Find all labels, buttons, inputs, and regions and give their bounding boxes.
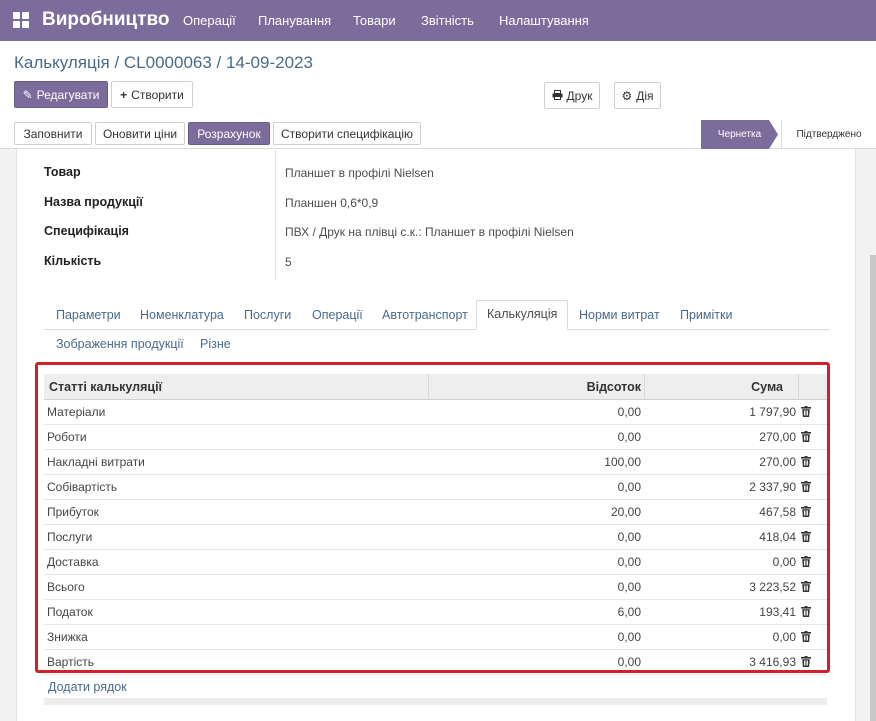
highlight-frame: [35, 362, 830, 673]
create-spec-button[interactable]: Створити специфікацію: [273, 122, 421, 145]
product-value[interactable]: Планшет в профілі Nielsen: [285, 166, 434, 180]
tab-calculation[interactable]: Калькуляція: [476, 300, 569, 330]
top-navbar: Виробництво Операції Планування Товари З…: [0, 0, 876, 41]
scrollbar[interactable]: [870, 255, 876, 721]
print-icon: [552, 89, 563, 103]
tab-product-images[interactable]: Зображення продукції: [56, 337, 184, 351]
breadcrumb[interactable]: Калькуляція / CL0000063 / 14-09-2023: [14, 53, 313, 73]
tab-misc[interactable]: Різне: [200, 337, 231, 351]
fill-button[interactable]: Заповнити: [14, 122, 92, 145]
edit-button[interactable]: ✎ Редагувати: [14, 81, 108, 108]
menu-planning[interactable]: Планування: [258, 13, 331, 28]
specification-label: Специфікація: [44, 224, 129, 238]
edit-button-label: Редагувати: [36, 87, 100, 102]
gear-icon: ⚙: [621, 88, 633, 103]
pencil-icon: ✎: [22, 87, 33, 102]
tab-services[interactable]: Послуги: [244, 308, 291, 322]
quantity-value: 5: [285, 255, 292, 269]
tab-parameters[interactable]: Параметри: [56, 308, 121, 322]
create-button-label: Створити: [131, 87, 184, 102]
control-panel: Калькуляція / CL0000063 / 14-09-2023 ✎ Р…: [0, 41, 876, 149]
plus-icon: +: [120, 87, 128, 102]
tab-nomenclature[interactable]: Номенклатура: [140, 308, 224, 322]
table-footer: [44, 698, 827, 705]
tab-expense-norms[interactable]: Норми витрат: [579, 308, 660, 322]
status-draft[interactable]: Чернетка: [701, 120, 778, 149]
tabs-border: [44, 329, 830, 330]
quantity-label: Кількість: [44, 254, 102, 268]
update-prices-button[interactable]: Оновити ціни: [95, 122, 185, 145]
tab-notes[interactable]: Примітки: [680, 308, 732, 322]
tab-operations[interactable]: Операції: [312, 308, 363, 322]
print-button[interactable]: Друк: [544, 82, 600, 109]
product-name-value: Планшен 0,6*0,9: [285, 196, 379, 210]
product-label: Товар: [44, 165, 81, 179]
status-confirmed[interactable]: Підтверджено: [781, 120, 876, 149]
calculate-button[interactable]: Розрахунок: [188, 122, 270, 145]
tab-transport[interactable]: Автотранспорт: [382, 308, 468, 322]
field-divider: [275, 150, 276, 280]
apps-menu-icon[interactable]: [13, 12, 29, 28]
menu-products[interactable]: Товари: [353, 13, 396, 28]
add-row-link[interactable]: Додати рядок: [48, 680, 127, 694]
status-bar: Чернетка Підтверджено: [701, 120, 876, 149]
create-button[interactable]: + Створити: [111, 81, 193, 108]
print-button-label: Друк: [566, 88, 593, 103]
menu-settings[interactable]: Налаштування: [499, 13, 589, 28]
product-name-label: Назва продукції: [44, 195, 143, 209]
app-brand[interactable]: Виробництво: [42, 9, 170, 31]
action-button-label: Дія: [636, 88, 654, 103]
action-button[interactable]: ⚙ Дія: [614, 82, 661, 109]
specification-value[interactable]: ПВХ / Друк на плівці с.к.: Планшет в про…: [285, 225, 574, 239]
menu-operations[interactable]: Операції: [183, 13, 236, 28]
menu-reporting[interactable]: Звітність: [421, 13, 474, 28]
